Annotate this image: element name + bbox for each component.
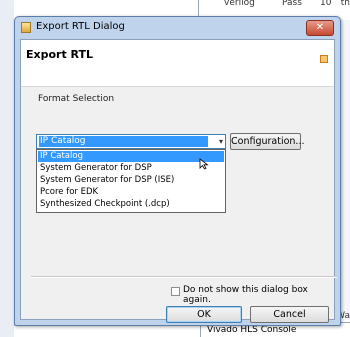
table-cell: verilog <box>224 0 255 8</box>
dropdown-option-pcore-edk[interactable]: Pcore for EDK <box>38 187 224 198</box>
dialog-titlebar[interactable]: Export RTL Dialog ✕ <box>15 17 340 39</box>
do-not-show-checkbox[interactable] <box>171 287 180 296</box>
chevron-down-icon[interactable]: ▾ <box>219 136 223 147</box>
dropdown-option-sysgen-dsp[interactable]: System Generator for DSP <box>38 163 224 174</box>
cancel-button[interactable]: Cancel <box>250 306 329 323</box>
export-icon <box>320 55 328 63</box>
format-select-value: IP Catalog <box>39 136 208 147</box>
dropdown-option-ip-catalog[interactable]: IP Catalog <box>38 151 224 162</box>
format-selection-label: Format Selection <box>38 94 115 104</box>
mouse-pointer-icon <box>199 158 209 170</box>
app-icon <box>21 22 31 33</box>
dropdown-option-sysgen-dsp-ise[interactable]: System Generator for DSP (ISE) <box>38 175 224 186</box>
background-text: th <box>340 0 350 8</box>
do-not-show-label: Do not show this dialog box again. <box>183 285 308 305</box>
format-dropdown-list: IP Catalog System Generator for DSP Syst… <box>36 149 226 213</box>
dialog-header: Export RTL <box>21 40 334 87</box>
workspace-left-panel <box>0 0 14 337</box>
close-button[interactable]: ✕ <box>306 20 334 36</box>
ok-button[interactable]: OK <box>166 306 242 323</box>
format-select[interactable]: IP Catalog ▾ <box>36 134 226 149</box>
table-cell: Pass <box>282 0 302 8</box>
dialog-header-title: Export RTL <box>26 48 94 61</box>
dialog-title: Export RTL Dialog <box>36 21 125 32</box>
dropdown-option-synth-checkpoint[interactable]: Synthesized Checkpoint (.dcp) <box>38 199 224 210</box>
divider <box>31 276 337 278</box>
dialog-body: Export RTL Format Selection IP Catalog ▾… <box>20 39 337 323</box>
configuration-button[interactable]: Configuration... <box>230 133 305 150</box>
export-rtl-dialog: Export RTL Dialog ✕ Export RTL Format Se… <box>14 16 341 326</box>
table-cell: 10 <box>320 0 332 8</box>
